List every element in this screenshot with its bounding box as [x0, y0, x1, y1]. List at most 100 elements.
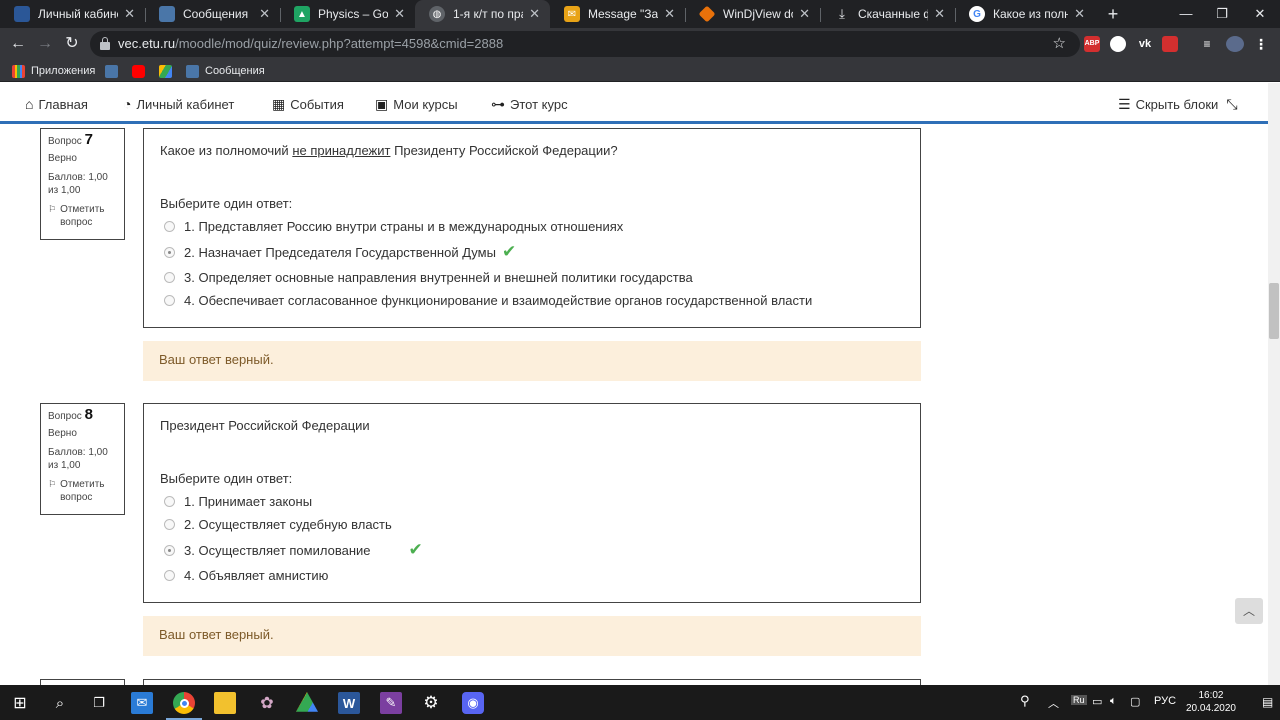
close-tab-icon[interactable]: ✕	[934, 6, 945, 22]
extension-icon[interactable]	[1110, 36, 1126, 52]
nav-home[interactable]: ⌂ Главная	[25, 96, 88, 112]
windows-taskbar: ⊞ ⌕ ❐ ✉ ✿ W ✎ ⚙ ◉ ⚲ ︿ Ru ▭ 🔈︎ ▢ РУС 16:0…	[0, 685, 1280, 720]
answer-option-selected[interactable]: 3. Осуществляет помилование ✔	[160, 536, 904, 564]
radio-button-checked[interactable]	[164, 246, 175, 258]
answer-option[interactable]: 1. Представляет Россию внутри страны и в…	[160, 215, 904, 238]
close-tab-icon[interactable]: ✕	[124, 6, 135, 22]
reload-icon[interactable]: ↻	[60, 32, 84, 56]
file-explorer-icon[interactable]	[214, 692, 236, 714]
people-icon[interactable]: ⚲	[1020, 693, 1030, 709]
bookmark-star-icon[interactable]: ☆	[1053, 34, 1066, 52]
bookmark-apps[interactable]: Приложения	[12, 63, 95, 79]
browser-tab[interactable]: ⤓ Скачанные файлы ✕	[820, 0, 955, 28]
feedback-box: Ваш ответ верный.	[143, 341, 921, 381]
mail-icon: ✉	[564, 6, 580, 22]
input-language[interactable]: РУС	[1154, 695, 1176, 707]
question-number: Вопрос 8	[48, 406, 93, 423]
question-grade: Баллов: 1,00 из 1,00	[48, 172, 108, 196]
action-center-icon[interactable]: ▤	[1262, 695, 1273, 709]
hide-blocks-button[interactable]: ☰ Скрыть блоки ⤡	[1118, 96, 1238, 113]
browser-tab[interactable]: ▲ Physics – Google Д ✕	[280, 0, 415, 28]
chat-icon	[186, 64, 199, 78]
system-clock[interactable]: 16:02 20.04.2020	[1186, 689, 1236, 715]
question-info-8: Вопрос 8 Верно Баллов: 1,00 из 1,00 ⚐ Отм…	[40, 403, 125, 515]
browser-tab-active[interactable]: ◍ 1-я к/т по правов ✕	[415, 0, 550, 28]
answer-option[interactable]: 3. Определяет основные направления внутр…	[160, 266, 904, 289]
word-icon[interactable]: W	[338, 692, 360, 714]
radio-button-checked[interactable]	[164, 544, 175, 556]
close-tab-icon[interactable]: ✕	[394, 6, 405, 22]
browser-tab[interactable]: Личный кабинет с ✕	[0, 0, 145, 28]
home-icon: ⌂	[25, 96, 34, 112]
moodle-icon	[14, 6, 30, 22]
close-tab-icon[interactable]: ✕	[664, 6, 675, 22]
forward-icon[interactable]: →	[33, 32, 57, 56]
browser-tab[interactable]: Сообщения ✕	[145, 0, 280, 28]
page-scrollbar[interactable]	[1268, 83, 1280, 685]
answer-option-selected[interactable]: 2. Назначает Председателя Государственно…	[160, 238, 904, 266]
answer-option[interactable]: 4. Обеспечивает согласованное функционир…	[160, 289, 904, 312]
adblock-extension-icon[interactable]: ABP	[1084, 36, 1100, 52]
bookmark-messages[interactable]: Сообщения	[186, 63, 265, 79]
radio-button[interactable]	[164, 519, 175, 530]
browser-tab[interactable]: ✉ Message "Задани ✕	[550, 0, 685, 28]
nav-this-course[interactable]: ⊶ Этот курс	[491, 96, 568, 113]
flag-question-link[interactable]: ⚐ Отметить вопрос	[48, 478, 117, 504]
chat-icon	[105, 64, 118, 78]
bookmark-youtube[interactable]	[132, 63, 151, 79]
browser-tab-strip: Личный кабинет с ✕ Сообщения ✕ ▲ Physics…	[0, 0, 1280, 28]
vk-extension-icon[interactable]: vk	[1136, 36, 1154, 52]
search-icon[interactable]: ⌕	[49, 692, 71, 714]
answer-option[interactable]: 4. Объявляет амнистию	[160, 564, 904, 587]
menu-icon[interactable]: ⋮	[1254, 36, 1268, 52]
bookmark-chat[interactable]	[105, 63, 124, 79]
reading-list-icon[interactable]: ≡	[1198, 36, 1216, 52]
radio-button[interactable]	[164, 295, 175, 306]
back-to-top-button[interactable]: ︿	[1235, 598, 1263, 624]
radio-button[interactable]	[164, 496, 175, 507]
radio-button[interactable]	[164, 570, 175, 581]
volume-icon[interactable]: 🔈︎	[1110, 695, 1117, 708]
address-bar[interactable]: vec.etu.ru/moodle/mod/quiz/review.php?at…	[90, 31, 1080, 57]
onenote-icon[interactable]: ✎	[380, 692, 402, 714]
flag-question-link[interactable]: ⚐ Отметить вопрос	[48, 203, 117, 229]
compress-icon: ⤡	[1226, 96, 1238, 112]
answer-option[interactable]: 1. Принимает законы	[160, 490, 904, 513]
chrome-icon[interactable]	[173, 692, 195, 714]
browser-tab[interactable]: WinDjView downlo ✕	[685, 0, 820, 28]
discord-icon[interactable]: ◉	[462, 692, 484, 714]
bookmark-drive[interactable]	[159, 63, 178, 79]
scrollbar-thumb[interactable]	[1269, 283, 1279, 339]
maximize-button[interactable]: ❐	[1202, 0, 1242, 28]
chat-icon	[159, 6, 175, 22]
tray-chevron-icon[interactable]: ︿	[1048, 695, 1059, 711]
close-tab-icon[interactable]: ✕	[799, 6, 810, 22]
network-icon[interactable]: ▭	[1092, 695, 1102, 708]
new-tab-button[interactable]: +	[1102, 3, 1124, 25]
pdf-extension-icon[interactable]	[1162, 36, 1178, 52]
back-icon[interactable]: ←	[6, 32, 30, 56]
browser-tab[interactable]: G Какое из полномо ✕	[955, 0, 1095, 28]
settings-gear-icon[interactable]: ⚙	[420, 692, 442, 714]
profile-avatar[interactable]	[1226, 36, 1244, 52]
mail-app-icon[interactable]: ✉	[131, 692, 153, 714]
google-drive-icon[interactable]	[296, 692, 318, 712]
flag-icon: ⚐	[48, 204, 57, 214]
radio-button[interactable]	[164, 272, 175, 283]
close-tab-icon[interactable]: ✕	[1074, 6, 1085, 22]
radio-button[interactable]	[164, 221, 175, 232]
notification-icon[interactable]: ▢	[1130, 695, 1140, 708]
answer-option[interactable]: 2. Осуществляет судебную власть	[160, 513, 904, 536]
minimize-button[interactable]: —	[1166, 0, 1206, 28]
question-state: Верно	[48, 153, 77, 164]
close-window-button[interactable]: ✕	[1240, 0, 1280, 28]
keyboard-layout-badge[interactable]: Ru	[1071, 695, 1087, 705]
windows-start-icon[interactable]: ⊞	[9, 692, 31, 714]
nav-dashboard[interactable]: ◔ Личный кабинет	[123, 96, 234, 112]
nav-my-courses[interactable]: ▣ Мои курсы	[375, 96, 458, 113]
paint-icon[interactable]: ✿	[256, 692, 278, 714]
nav-events[interactable]: ▦ События	[272, 96, 344, 113]
task-view-icon[interactable]: ❐	[88, 692, 110, 714]
close-tab-icon[interactable]: ✕	[529, 6, 540, 22]
close-tab-icon[interactable]: ✕	[259, 6, 270, 22]
